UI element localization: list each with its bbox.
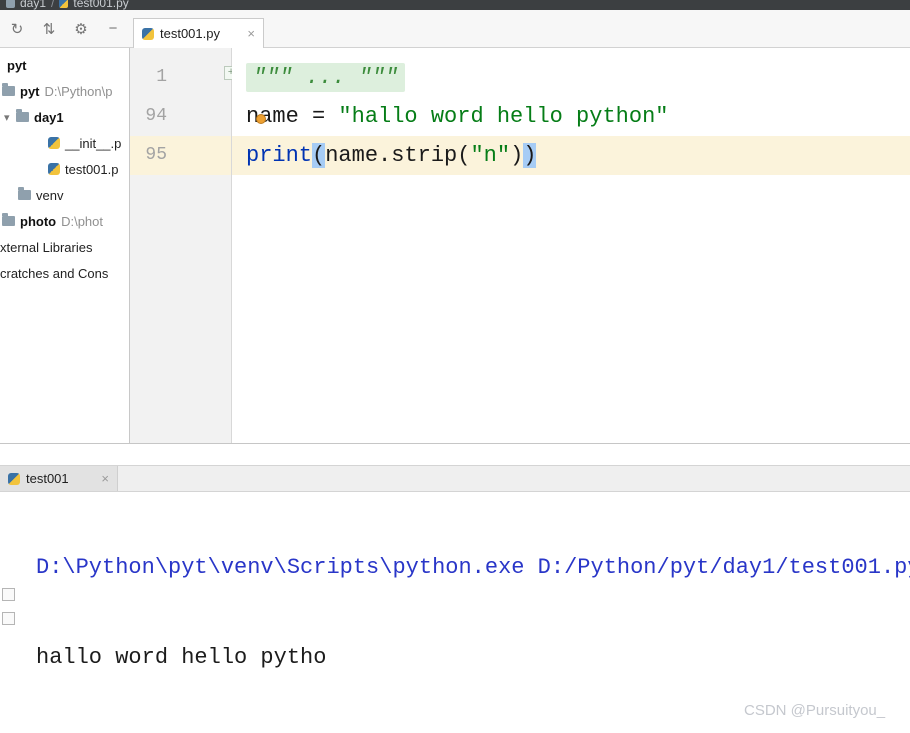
python-file-icon — [59, 0, 69, 8]
editor-gutter: 1 94 95 — [130, 48, 232, 443]
csdn-watermark: CSDN @Pursuityou_ — [744, 702, 886, 719]
chevron-down-icon[interactable]: ▾ — [4, 111, 16, 124]
tree-item-label: __init__.p — [65, 135, 122, 151]
console-toolbar-icon[interactable] — [2, 588, 15, 601]
tab-test001-py[interactable]: test001.py × — [133, 18, 264, 48]
folder-icon — [2, 213, 15, 226]
tree-item-scratches-consoles[interactable]: cratches and Cons — [0, 260, 129, 286]
tree-item-init-py[interactable]: __init__.p — [0, 130, 129, 156]
project-tree-panel: pyt pyt D:\Python\p ▾ day1 __init__.p te… — [0, 48, 130, 443]
tree-item-label: pyt — [20, 83, 40, 99]
breadcrumb-separator: / — [51, 0, 55, 10]
matched-paren-open: ( — [312, 143, 326, 168]
code-line-95[interactable]: print(name.strip("n")) — [232, 136, 910, 175]
run-tab-label: test001 — [26, 471, 69, 486]
settings-gear-icon[interactable]: ⚙ — [72, 20, 90, 38]
code-token: ) — [510, 143, 524, 168]
breadcrumb-bar: day1 / test001.py — [0, 0, 910, 10]
python-file-icon — [48, 163, 60, 175]
tree-item-project-root[interactable]: pyt — [0, 52, 129, 78]
collapse-all-icon[interactable]: ⇅ — [40, 20, 58, 38]
tree-item-label: test001.p — [65, 161, 119, 177]
tree-item-path: D:\phot — [61, 213, 104, 229]
close-icon[interactable]: × — [247, 26, 255, 41]
line-number-94[interactable]: 94 — [130, 97, 231, 136]
tree-item-venv[interactable]: venv — [0, 182, 129, 208]
python-file-icon — [48, 137, 60, 149]
console-output: D:\Python\pyt\venv\Scripts\python.exe D:… — [36, 492, 910, 733]
editor-tab-bar: ↻ ⇅ ⚙ − test001.py × — [0, 10, 910, 48]
console-stdout-line: hallo word hello pytho — [36, 645, 327, 670]
tree-item-label: day1 — [34, 109, 64, 125]
string-literal: "hallo word hello python" — [338, 104, 669, 129]
string-literal: "n" — [470, 143, 511, 168]
line-number-1[interactable]: 1 — [130, 58, 231, 97]
line-number-95[interactable]: 95 — [130, 136, 231, 175]
tree-item-external-libraries[interactable]: xternal Libraries — [0, 234, 129, 260]
folder-icon — [2, 83, 15, 96]
code-line-94[interactable]: name = "hallo word hello python" — [232, 97, 910, 136]
tree-item-label: photo — [20, 213, 57, 229]
sync-icon[interactable]: ↻ — [8, 20, 26, 38]
code-token: name.strip( — [325, 143, 471, 168]
folder-icon — [16, 109, 29, 122]
run-panel-tab-bar: test001 × — [0, 465, 910, 492]
folded-docstring[interactable]: """ ... """ — [246, 63, 406, 92]
python-file-icon — [8, 472, 20, 485]
tree-item-label: cratches and Cons — [0, 265, 109, 281]
tree-item-pyt[interactable]: pyt D:\Python\p — [0, 78, 129, 104]
tree-item-path: D:\Python\p — [44, 83, 113, 99]
tree-item-test001-py[interactable]: test001.p — [0, 156, 129, 182]
breadcrumb: day1 / test001.py — [0, 0, 910, 10]
folder-icon — [6, 0, 15, 8]
print-call: print — [246, 143, 313, 168]
breadcrumb-folder[interactable]: day1 — [20, 0, 46, 10]
folder-icon — [18, 187, 31, 200]
tree-item-day1[interactable]: ▾ day1 — [0, 104, 129, 130]
breadcrumb-file[interactable]: test001.py — [73, 0, 128, 10]
run-console: D:\Python\pyt\venv\Scripts\python.exe D:… — [0, 492, 910, 733]
matched-paren-close: ) — [523, 143, 537, 168]
close-icon[interactable]: × — [101, 471, 109, 486]
console-toolbar-icon[interactable] — [2, 612, 15, 625]
project-toolbar: ↻ ⇅ ⚙ − — [0, 10, 130, 47]
tree-item-label: venv — [36, 187, 64, 203]
hide-panel-icon[interactable]: − — [104, 20, 122, 37]
code-line-1[interactable]: """ ... """ — [232, 58, 910, 97]
tree-item-label: pyt — [7, 57, 27, 73]
tree-item-label: xternal Libraries — [0, 239, 93, 255]
run-tab-test001[interactable]: test001 × — [0, 466, 118, 491]
tree-item-photo[interactable]: photo D:\phot — [0, 208, 129, 234]
python-file-icon — [142, 27, 154, 40]
code-editor[interactable]: """ ... """ name = "hallo word hello pyt… — [232, 48, 910, 443]
editor-tab-label: test001.py — [160, 26, 220, 41]
panel-divider — [0, 443, 910, 444]
console-command-line: D:\Python\pyt\venv\Scripts\python.exe D:… — [36, 555, 910, 580]
mouse-cursor-dot — [256, 114, 266, 124]
